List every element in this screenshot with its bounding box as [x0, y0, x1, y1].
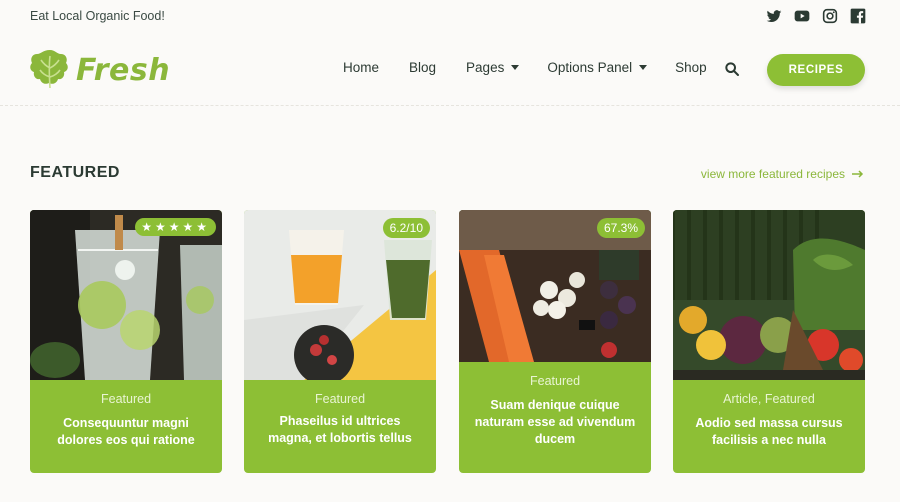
- percent-badge: 67.3%: [596, 218, 645, 238]
- arrow-right-icon: [852, 170, 864, 178]
- nav-item-label: Blog: [409, 60, 437, 75]
- facebook-icon[interactable]: [850, 8, 866, 24]
- card-body: Phaseilus id ultrices magna, et lobortis…: [244, 413, 436, 447]
- recipe-card[interactable]: ★★★★★ Featured Consequuntur magni dolore…: [30, 210, 222, 473]
- nav-item-home[interactable]: Home: [343, 60, 379, 75]
- view-more-link[interactable]: view more featured recipes: [701, 167, 864, 181]
- card-body: Featured Suam denique cuique naturam ess…: [459, 374, 651, 448]
- twitter-icon[interactable]: [766, 8, 782, 24]
- card-title[interactable]: Consequuntur magni dolores eos qui ratio…: [42, 415, 210, 449]
- search-icon[interactable]: [724, 61, 740, 77]
- recipe-card[interactable]: Article, Featured Aodio sed massa cursus…: [673, 210, 865, 473]
- youtube-icon[interactable]: [794, 8, 810, 24]
- logo[interactable]: Fresh: [30, 46, 170, 94]
- social-links: [766, 8, 866, 24]
- chevron-down-icon: [511, 65, 520, 70]
- card-image[interactable]: ★★★★★: [30, 210, 222, 380]
- nav-item-label: Options Panel: [547, 60, 633, 75]
- nav-item-shop[interactable]: Shop: [675, 60, 707, 75]
- nav-item-label: Home: [343, 60, 380, 75]
- card-title[interactable]: Suam denique cuique naturam esse ad vive…: [471, 397, 639, 448]
- card-title[interactable]: Aodio sed massa cursus facilisis a nec n…: [685, 415, 853, 449]
- nav-item-label: Shop: [675, 60, 707, 75]
- card-image[interactable]: 67.3%: [459, 210, 651, 362]
- nav-item-options-panel[interactable]: Options Panel: [547, 60, 648, 75]
- card-image[interactable]: [673, 210, 865, 380]
- card-category[interactable]: Article, Featured: [685, 392, 853, 406]
- card-title[interactable]: Phaseilus id ultrices magna, et lobortis…: [256, 413, 424, 447]
- lettuce-logo-icon: [30, 50, 68, 89]
- section-title: FEATURED: [30, 164, 120, 181]
- recipe-card[interactable]: 6.2/10 Phaseilus id ultrices magna, et l…: [244, 210, 436, 473]
- rating-stars-badge: ★★★★★: [135, 218, 216, 236]
- chevron-down-icon: [639, 65, 648, 70]
- nav-item-pages[interactable]: Pages: [466, 60, 520, 75]
- view-more-label: view more featured recipes: [700, 167, 845, 181]
- card-body: Article, Featured Aodio sed massa cursus…: [673, 392, 865, 449]
- card-category[interactable]: Featured: [471, 374, 639, 388]
- nav-item-blog[interactable]: Blog: [409, 60, 436, 75]
- card-category[interactable]: Featured: [42, 392, 210, 406]
- card-category-wrap: Featured: [244, 392, 436, 415]
- card-category[interactable]: Featured: [256, 392, 424, 406]
- card-body: Featured Consequuntur magni dolores eos …: [30, 392, 222, 449]
- nav-item-label: Pages: [466, 60, 505, 75]
- card-image[interactable]: 6.2/10: [244, 210, 436, 380]
- instagram-icon[interactable]: [822, 8, 838, 24]
- tagline: Eat Local Organic Food!: [30, 9, 165, 23]
- top-bar: Eat Local Organic Food!: [0, 0, 900, 34]
- recipes-button[interactable]: RECIPES: [767, 54, 865, 86]
- recipe-card[interactable]: 67.3% Featured Suam denique cuique natur…: [459, 210, 651, 473]
- vegetables-photo: [673, 210, 865, 380]
- site-header: Fresh Home Blog Pages Options Panel Shop…: [0, 34, 900, 106]
- brand-name: Fresh: [76, 52, 171, 88]
- main-nav: Home Blog Pages Options Panel Shop: [343, 60, 707, 75]
- score-badge: 6.2/10: [382, 218, 430, 238]
